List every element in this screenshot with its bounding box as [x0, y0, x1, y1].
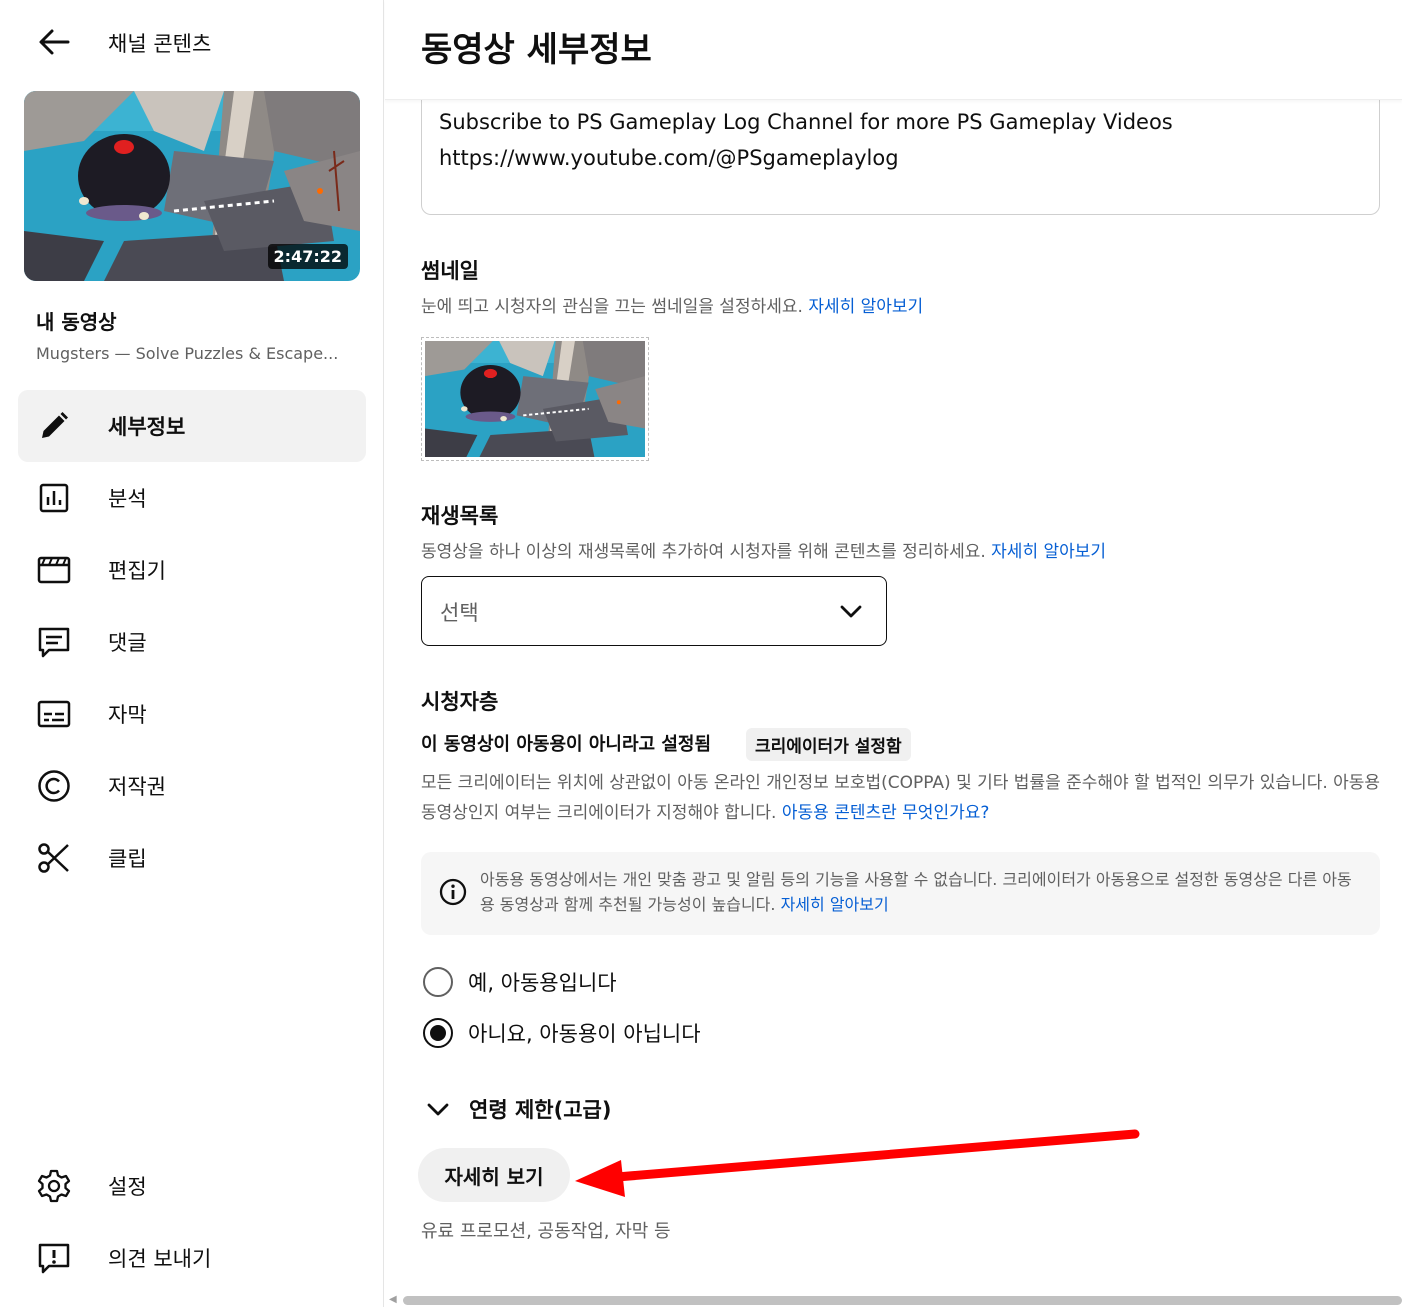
radio-made-for-kids-no[interactable]: 아니요, 아동용이 아닙니다 — [423, 1018, 701, 1048]
sidebar-item-label: 저작권 — [108, 775, 166, 799]
age-restriction-toggle[interactable]: 연령 제한(고급) — [425, 1094, 611, 1124]
feedback-icon — [36, 1240, 72, 1276]
audience-desc: 모든 크리에이터는 위치에 상관없이 아동 온라인 개인정보 보호법(COPPA… — [421, 768, 1381, 828]
sidebar: 채널 콘텐츠 2:47:22 내 동영상 Mugsters — Solve Pu… — [0, 0, 384, 1307]
chevron-down-icon — [840, 605, 862, 618]
chevron-down-icon — [427, 1103, 449, 1116]
sidebar-nav: 세부정보 분석 편집기 댓글 자막 저작권 클립 — [18, 390, 366, 894]
main-content: Subscribe to PS Gameplay Log Channel for… — [385, 0, 1402, 1307]
scroll-left-icon[interactable]: ◀ — [389, 1294, 397, 1305]
copyright-icon — [36, 768, 72, 804]
kids-content-link[interactable]: 아동용 콘텐츠란 무엇인가요? — [782, 803, 990, 823]
radio-label: 예, 아동용입니다 — [468, 971, 617, 995]
sidebar-nav-bottom: 설정 의견 보내기 — [18, 1150, 366, 1294]
kids-info-box: 아동용 동영상에서는 개인 맞춤 광고 및 알림 등의 기능을 사용할 수 없습… — [421, 852, 1380, 935]
horizontal-scrollbar[interactable]: ◀ — [385, 1293, 1402, 1307]
sidebar-item-label: 클립 — [108, 847, 147, 871]
sidebar-item-label: 세부정보 — [108, 415, 186, 439]
info-icon — [439, 878, 467, 906]
age-restriction-label: 연령 제한(고급) — [469, 1098, 612, 1122]
video-title: Mugsters — Solve Puzzles & Escape... — [36, 344, 339, 363]
playlist-learn-more-link[interactable]: 자세히 알아보기 — [991, 542, 1106, 562]
radio-made-for-kids-yes[interactable]: 예, 아동용입니다 — [423, 967, 617, 997]
radio-button-checked[interactable] — [423, 1018, 453, 1048]
scrollbar-thumb[interactable] — [403, 1296, 1402, 1305]
playlist-desc-text: 동영상을 하나 이상의 재생목록에 추가하여 시청자를 위해 콘텐츠를 정리하세… — [421, 542, 986, 562]
thumbnail-desc-text: 눈에 띄고 시청자의 관심을 끄는 썸네일을 설정하세요. — [421, 297, 803, 317]
back-row: 채널 콘텐츠 — [0, 0, 384, 84]
sidebar-item-label: 편집기 — [108, 559, 166, 583]
sidebar-item-label: 댓글 — [108, 631, 147, 655]
back-button[interactable] — [32, 22, 76, 62]
playlist-section-desc: 동영상을 하나 이상의 재생목록에 추가하여 시청자를 위해 콘텐츠를 정리하세… — [421, 537, 1106, 562]
audience-section-title: 시청자층 — [421, 690, 499, 714]
sidebar-item-label: 자막 — [108, 703, 147, 727]
video-duration: 2:47:22 — [267, 244, 348, 269]
playlist-select-value: 선택 — [440, 601, 479, 625]
clapperboard-icon — [36, 552, 72, 588]
audience-status: 이 동영상이 아동용이 아니라고 설정됨 — [421, 734, 712, 755]
show-more-desc: 유료 프로모션, 공동작업, 자막 등 — [421, 1221, 671, 1242]
kids-info-text-body: 아동용 동영상에서는 개인 맞춤 광고 및 알림 등의 기능을 사용할 수 없습… — [480, 870, 1352, 914]
sidebar-item-clips[interactable]: 클립 — [18, 822, 366, 894]
sidebar-item-label: 분석 — [108, 487, 147, 511]
scissors-icon — [36, 840, 72, 876]
thumbnail-section-desc: 눈에 띄고 시청자의 관심을 끄는 썸네일을 설정하세요. 자세히 알아보기 — [421, 292, 923, 317]
kids-info-text: 아동용 동영상에서는 개인 맞춤 광고 및 알림 등의 기능을 사용할 수 없습… — [480, 867, 1366, 917]
sidebar-item-label: 의견 보내기 — [108, 1247, 212, 1271]
show-more-button[interactable]: 자세히 보기 — [418, 1148, 570, 1202]
page-title: 동영상 세부정보 — [421, 30, 652, 70]
creator-set-badge: 크리에이터가 설정함 — [746, 728, 911, 761]
sidebar-item-settings[interactable]: 설정 — [18, 1150, 366, 1222]
description-line: Subscribe to PS Gameplay Log Channel for… — [439, 110, 1173, 134]
sidebar-item-feedback[interactable]: 의견 보내기 — [18, 1222, 366, 1294]
page-header: 동영상 세부정보 — [385, 0, 1402, 100]
sidebar-item-copyright[interactable]: 저작권 — [18, 750, 366, 822]
sidebar-item-label: 설정 — [108, 1175, 147, 1199]
playlist-section-title: 재생목록 — [421, 504, 499, 528]
pencil-icon — [36, 408, 72, 444]
sidebar-item-subtitles[interactable]: 자막 — [18, 678, 366, 750]
analytics-icon — [36, 480, 72, 516]
playlist-select[interactable]: 선택 — [421, 576, 887, 646]
description-textbox[interactable]: Subscribe to PS Gameplay Log Channel for… — [421, 80, 1380, 215]
radio-button-unchecked[interactable] — [423, 967, 453, 997]
subtitles-icon — [36, 696, 72, 732]
gear-icon — [36, 1168, 72, 1204]
arrow-left-icon — [39, 29, 70, 55]
thumbnail-learn-more-link[interactable]: 자세히 알아보기 — [808, 297, 923, 317]
channel-content-title: 채널 콘텐츠 — [108, 32, 212, 56]
description-line: https://www.youtube.com/@PSgameplaylog — [439, 146, 899, 170]
thumbnail-section-title: 썸네일 — [421, 259, 479, 283]
sidebar-item-details[interactable]: 세부정보 — [18, 390, 366, 462]
sidebar-item-editor[interactable]: 편집기 — [18, 534, 366, 606]
my-video-label: 내 동영상 — [36, 310, 117, 334]
thumbnail-image — [425, 341, 645, 457]
kids-info-learn-more-link[interactable]: 자세히 알아보기 — [781, 895, 889, 914]
thumbnail-option[interactable] — [421, 337, 649, 461]
radio-label: 아니요, 아동용이 아닙니다 — [468, 1022, 701, 1046]
sidebar-item-comments[interactable]: 댓글 — [18, 606, 366, 678]
sidebar-item-analytics[interactable]: 분석 — [18, 462, 366, 534]
video-thumbnail[interactable]: 2:47:22 — [24, 91, 360, 281]
game-scene-image — [425, 341, 645, 457]
comment-icon — [36, 624, 72, 660]
